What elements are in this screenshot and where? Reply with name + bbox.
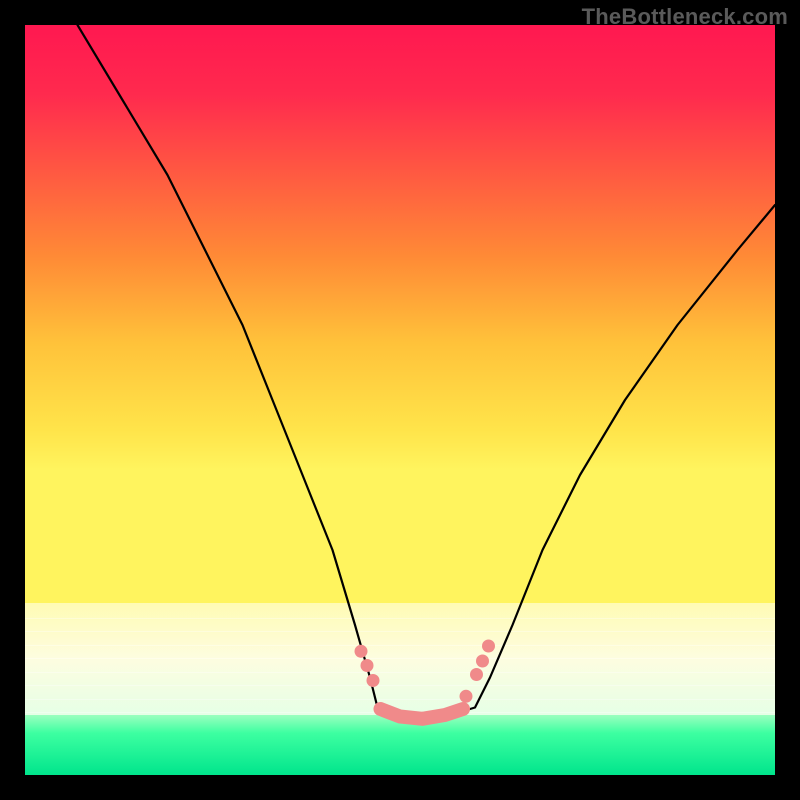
bottleneck-curve bbox=[78, 25, 776, 719]
highlight-dot bbox=[482, 640, 495, 653]
highlight-dot bbox=[361, 659, 374, 672]
image-frame: TheBottleneck.com bbox=[0, 0, 800, 800]
highlight-dot bbox=[476, 655, 489, 668]
watermark-text: TheBottleneck.com bbox=[582, 4, 788, 30]
plot-area bbox=[25, 25, 775, 775]
highlight-dot bbox=[470, 668, 483, 681]
highlight-dot bbox=[460, 690, 473, 703]
highlight-dot bbox=[367, 674, 380, 687]
highlight-dot bbox=[355, 645, 368, 658]
valley-highlight bbox=[381, 709, 464, 719]
curve-overlay bbox=[25, 25, 775, 775]
